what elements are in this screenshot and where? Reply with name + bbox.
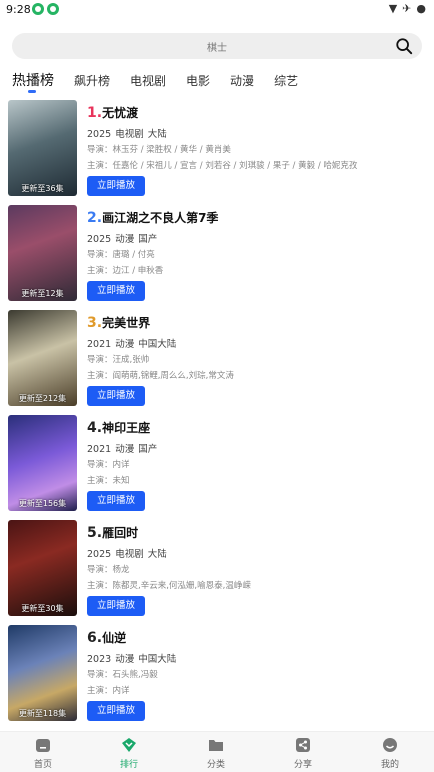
- list-item[interactable]: 更新至156集 4.神印王座 2021 动漫 国产 导演：内详 主演：未知 立即播放: [8, 415, 428, 511]
- status-bar: 9:28 ▼ ✈ ●: [0, 0, 434, 20]
- nav-home[interactable]: 首页: [0, 732, 86, 772]
- list-item[interactable]: 更新至12集 2.画江湖之不良人第7季 2025 动漫 国产 导演：唐璐 / 付亮 …: [8, 205, 428, 301]
- item-director: 导演：内详: [87, 460, 130, 469]
- item-cast: 主演：阎萌萌,锦鲤,周么么,刘琮,常文涛: [87, 371, 234, 380]
- play-button[interactable]: 立即播放: [87, 281, 145, 301]
- play-button[interactable]: 立即播放: [87, 701, 145, 721]
- episode-caption: 更新至30集: [21, 604, 64, 613]
- item-cast: 主演：未知: [87, 476, 130, 485]
- category-tabs: 热播榜 飙升榜 电视剧 电影 动漫 综艺: [12, 66, 318, 94]
- item-director: 导演：林玉芬 / 梁胜权 / 黄华 / 黄肖美: [87, 145, 231, 154]
- title-text: 雁回时: [102, 526, 139, 540]
- whatsapp-icon: [47, 3, 59, 15]
- item-cast: 主演：任嘉伦 / 宋祖儿 / 宣言 / 刘若谷 / 刘琪骏 / 果子 / 黄毅 …: [87, 161, 358, 170]
- tab-tv[interactable]: 电视剧: [130, 72, 166, 89]
- item-director: 导演：石头熊,冯毅: [87, 670, 158, 679]
- item-title[interactable]: 3.完美世界: [87, 314, 422, 331]
- rank-number: 6.: [87, 630, 103, 646]
- episode-caption: 更新至36集: [21, 184, 64, 193]
- status-time: 9:28: [6, 3, 31, 16]
- item-meta: 2025 动漫 国产: [87, 234, 158, 245]
- tab-anime[interactable]: 动漫: [230, 72, 254, 89]
- item-meta: 2021 动漫 国产: [87, 444, 158, 455]
- item-cast: 主演：陈都灵,辛云来,何泓姗,喻恩泰,温峥嵘: [87, 581, 251, 590]
- wifi-icon: ▼: [388, 2, 398, 15]
- item-director: 导演：汪成,张帅: [87, 355, 150, 364]
- folder-icon: [209, 740, 223, 751]
- airplane-icon: ✈: [402, 2, 412, 15]
- poster-image[interactable]: 更新至12集: [8, 205, 77, 301]
- episode-caption: 更新至212集: [18, 394, 67, 403]
- list-item[interactable]: 更新至212集 3.完美世界 2021 动漫 中国大陆 导演：汪成,张帅 主演：阎萌…: [8, 310, 428, 406]
- tab-variety[interactable]: 综艺: [274, 72, 298, 89]
- nav-label: 我的: [380, 760, 399, 770]
- battery-icon: ●: [416, 2, 426, 15]
- status-icons: ▼ ✈ ●: [389, 2, 426, 15]
- item-title[interactable]: 5.雁回时: [87, 524, 422, 541]
- rank-number: 3.: [87, 315, 103, 331]
- item-director: 导演：唐璐 / 付亮: [87, 250, 155, 259]
- nav-label: 首页: [33, 760, 52, 770]
- item-meta: 2025 电视剧 大陆: [87, 129, 167, 140]
- nav-profile[interactable]: 我的: [347, 732, 433, 772]
- rank-number: 5.: [87, 525, 103, 541]
- ranking-icon: [122, 738, 136, 752]
- nav-label: 分类: [206, 760, 225, 770]
- profile-icon: [383, 738, 397, 752]
- whatsapp-icon: [32, 3, 44, 15]
- item-meta: 2021 动漫 中国大陆: [87, 339, 177, 350]
- episode-caption: 更新至12集: [21, 289, 64, 298]
- search-input[interactable]: 棋士: [12, 39, 422, 54]
- item-meta: 2025 电视剧 大陆: [87, 549, 167, 560]
- poster-image[interactable]: 更新至30集: [8, 520, 77, 616]
- poster-image[interactable]: 更新至36集: [8, 100, 77, 196]
- play-button[interactable]: 立即播放: [87, 596, 145, 616]
- rank-number: 1.: [87, 105, 103, 121]
- nav-share[interactable]: 分享: [260, 732, 346, 772]
- bottom-nav: 首页 排行 分类 分享 我的: [0, 731, 434, 772]
- share-icon: [296, 738, 310, 752]
- rank-number: 4.: [87, 420, 103, 436]
- item-cast: 主演：边江 / 申秋香: [87, 266, 164, 275]
- poster-image[interactable]: 更新至156集: [8, 415, 77, 511]
- home-icon: [36, 739, 50, 752]
- list-item[interactable]: 更新至36集 1.无忧渡 2025 电视剧 大陆 导演：林玉芬 / 梁胜权 / 黄华…: [8, 100, 428, 196]
- item-cast: 主演：内详: [87, 686, 130, 695]
- item-title[interactable]: 2.画江湖之不良人第7季: [87, 209, 422, 226]
- item-director: 导演：杨龙: [87, 565, 130, 574]
- episode-caption: 更新至156集: [18, 499, 67, 508]
- tab-hot[interactable]: 热播榜: [12, 70, 54, 90]
- play-button[interactable]: 立即播放: [87, 386, 145, 406]
- nav-ranking[interactable]: 排行: [86, 732, 172, 772]
- list-item[interactable]: 更新至118集 6.仙逆 2023 动漫 中国大陆 导演：石头熊,冯毅 主演：内详 …: [8, 625, 428, 721]
- item-meta: 2023 动漫 中国大陆: [87, 654, 177, 665]
- item-title[interactable]: 4.神印王座: [87, 419, 422, 436]
- nav-category[interactable]: 分类: [173, 732, 259, 772]
- tab-movie[interactable]: 电影: [186, 72, 210, 89]
- title-text: 画江湖之不良人第7季: [102, 211, 219, 225]
- tab-rising[interactable]: 飙升榜: [74, 72, 110, 89]
- item-title[interactable]: 6.仙逆: [87, 629, 422, 646]
- nav-label: 排行: [119, 760, 138, 770]
- play-button[interactable]: 立即播放: [87, 491, 145, 511]
- episode-caption: 更新至118集: [18, 709, 67, 718]
- search-icon[interactable]: [395, 37, 413, 55]
- title-text: 神印王座: [102, 421, 151, 435]
- list-item[interactable]: 更新至30集 5.雁回时 2025 电视剧 大陆 导演：杨龙 主演：陈都灵,辛云来,…: [8, 520, 428, 616]
- title-text: 无忧渡: [102, 106, 139, 120]
- poster-image[interactable]: 更新至118集: [8, 625, 77, 721]
- poster-image[interactable]: 更新至212集: [8, 310, 77, 406]
- nav-label: 分享: [293, 760, 312, 770]
- rank-number: 2.: [87, 210, 103, 226]
- tab-indicator: [28, 90, 36, 93]
- play-button[interactable]: 立即播放: [87, 176, 145, 196]
- item-title[interactable]: 1.无忧渡: [87, 104, 422, 121]
- search-bar[interactable]: 棋士: [12, 33, 422, 59]
- title-text: 完美世界: [102, 316, 151, 330]
- title-text: 仙逆: [102, 631, 127, 645]
